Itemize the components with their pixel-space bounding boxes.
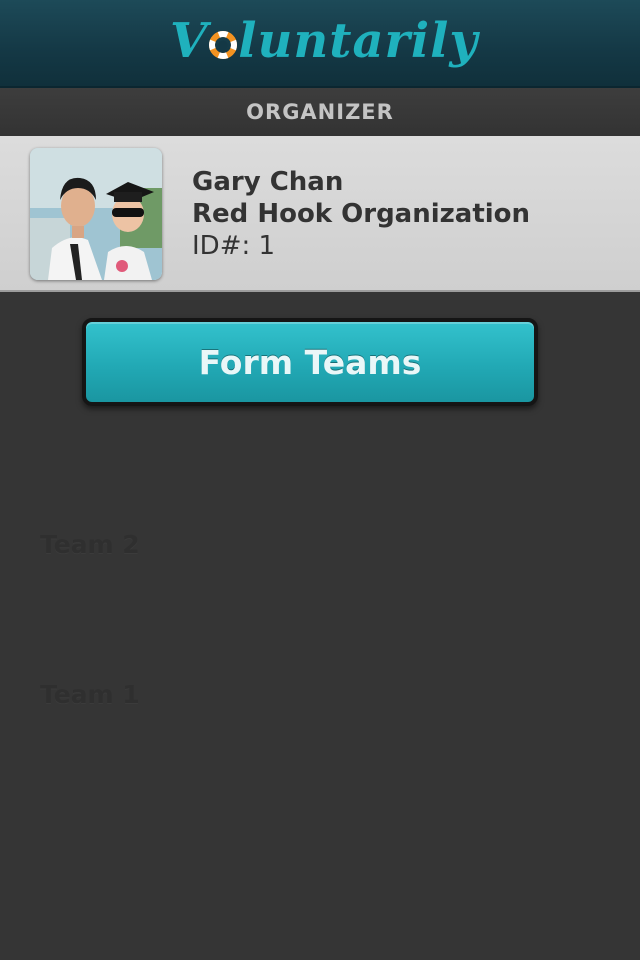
profile-photo bbox=[30, 148, 162, 280]
organizer-profile-card: Gary Chan Red Hook Organization ID#: 1 bbox=[0, 136, 640, 292]
team-2-label[interactable]: Team 2 bbox=[40, 530, 140, 559]
section-title: ORGANIZER bbox=[246, 100, 394, 124]
organizer-name: Gary Chan bbox=[192, 167, 344, 197]
section-bar: ORGANIZER bbox=[0, 88, 640, 136]
logo-text-start: V bbox=[170, 13, 209, 69]
life-ring-icon bbox=[209, 31, 238, 59]
profile-details: Gary Chan Red Hook Organization ID#: 1 bbox=[192, 166, 530, 262]
team-1-label[interactable]: Team 1 bbox=[40, 680, 140, 709]
logo-text-end: luntarily bbox=[238, 13, 479, 69]
app-header: V luntarily bbox=[0, 0, 640, 88]
form-teams-label: Form Teams bbox=[198, 342, 422, 382]
form-teams-button[interactable]: Form Teams bbox=[82, 318, 538, 406]
app-logo: V luntarily bbox=[170, 6, 478, 76]
avatar[interactable] bbox=[30, 148, 162, 280]
organizer-id: ID#: 1 bbox=[192, 231, 276, 261]
organization-name: Red Hook Organization bbox=[192, 199, 531, 229]
